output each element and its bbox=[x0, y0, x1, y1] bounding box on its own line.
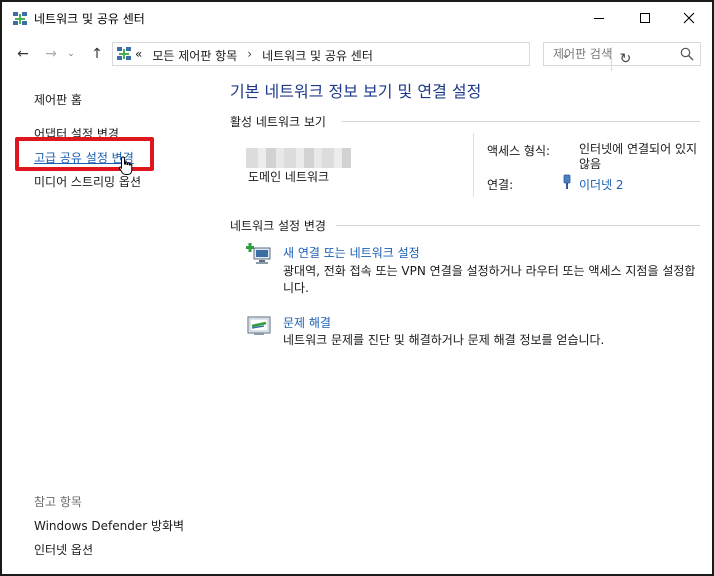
control-panel-home-link[interactable]: 제어판 홈 bbox=[34, 91, 82, 108]
breadcrumb-network-center[interactable]: 네트워크 및 공유 센터 bbox=[262, 47, 373, 64]
section-divider bbox=[336, 225, 700, 226]
network-category-label: 도메인 네트워크 bbox=[248, 170, 330, 184]
breadcrumb: « 모든 제어판 항목 › 네트워크 및 공유 센터 bbox=[135, 47, 373, 64]
troubleshoot-icon bbox=[247, 316, 271, 335]
page-title: 기본 네트워크 정보 보기 및 연결 설정 bbox=[230, 82, 482, 101]
search-icon bbox=[680, 47, 694, 61]
change-settings-heading: 네트워크 설정 변경 bbox=[230, 219, 326, 233]
active-networks-heading: 활성 네트워크 보기 bbox=[230, 115, 326, 129]
minimize-button[interactable] bbox=[576, 2, 622, 34]
troubleshoot-link[interactable]: 문제 해결 bbox=[283, 314, 331, 331]
network-center-icon bbox=[13, 12, 27, 25]
ethernet-connection-link[interactable]: 이더넷 2 bbox=[579, 176, 624, 193]
maximize-icon bbox=[640, 13, 650, 23]
internet-options-link[interactable]: 인터넷 옵션 bbox=[34, 541, 93, 558]
forward-button[interactable]: → bbox=[40, 43, 62, 65]
network-name-blurred bbox=[246, 148, 351, 168]
access-type-value: 인터넷에 연결되어 있지 않음 bbox=[579, 142, 698, 171]
network-center-icon bbox=[117, 47, 131, 60]
breadcrumb-control-panel-items[interactable]: 모든 제어판 항목 bbox=[152, 47, 237, 64]
see-also-heading: 참고 항목 bbox=[34, 495, 82, 509]
search-box[interactable] bbox=[543, 42, 701, 66]
hand-cursor-icon bbox=[118, 156, 133, 175]
vertical-divider bbox=[473, 133, 474, 197]
minimize-icon bbox=[594, 17, 604, 19]
breadcrumb-separator[interactable]: › bbox=[247, 47, 252, 64]
section-divider bbox=[342, 121, 700, 122]
close-icon bbox=[683, 12, 695, 24]
recent-locations-button[interactable]: ⌄ bbox=[64, 43, 78, 65]
ethernet-icon bbox=[563, 174, 571, 189]
new-connection-link[interactable]: 새 연결 또는 네트워크 설정 bbox=[283, 244, 420, 261]
window: 네트워크 및 공유 센터 ← → ⌄ ↑ « 모든 제어판 항목 › 네트워크 … bbox=[0, 0, 714, 576]
navigation-bar: ← → ⌄ ↑ « 모든 제어판 항목 › 네트워크 및 공유 센터 ⌄ ↻ bbox=[2, 38, 712, 71]
windows-defender-firewall-link[interactable]: Windows Defender 방화벽 bbox=[34, 517, 184, 534]
breadcrumb-overflow[interactable]: « bbox=[135, 47, 142, 64]
new-connection-description: 광대역, 전화 접속 또는 VPN 연결을 설정하거나 라우터 또는 액세스 지… bbox=[283, 264, 696, 295]
left-pane: 제어판 홈 어댑터 설정 변경 고급 공유 설정 변경 미디어 스트리밍 옵션 … bbox=[2, 72, 212, 576]
address-bar[interactable]: « 모든 제어판 항목 › 네트워크 및 공유 센터 ⌄ ↻ bbox=[112, 42, 631, 71]
access-type-label: 액세스 형식: bbox=[487, 144, 551, 158]
search-input[interactable] bbox=[544, 43, 678, 65]
title-bar: 네트워크 및 공유 센터 bbox=[2, 2, 712, 34]
connections-label: 연결: bbox=[487, 178, 514, 192]
troubleshoot-description: 네트워크 문제를 진단 및 해결하거나 문제 해결 정보를 얻습니다. bbox=[283, 333, 605, 347]
new-connection-icon bbox=[246, 243, 271, 264]
back-button[interactable]: ← bbox=[12, 43, 34, 65]
maximize-button[interactable] bbox=[622, 2, 668, 34]
window-title: 네트워크 및 공유 센터 bbox=[34, 12, 145, 26]
close-button[interactable] bbox=[666, 2, 712, 34]
up-button[interactable]: ↑ bbox=[86, 43, 108, 65]
